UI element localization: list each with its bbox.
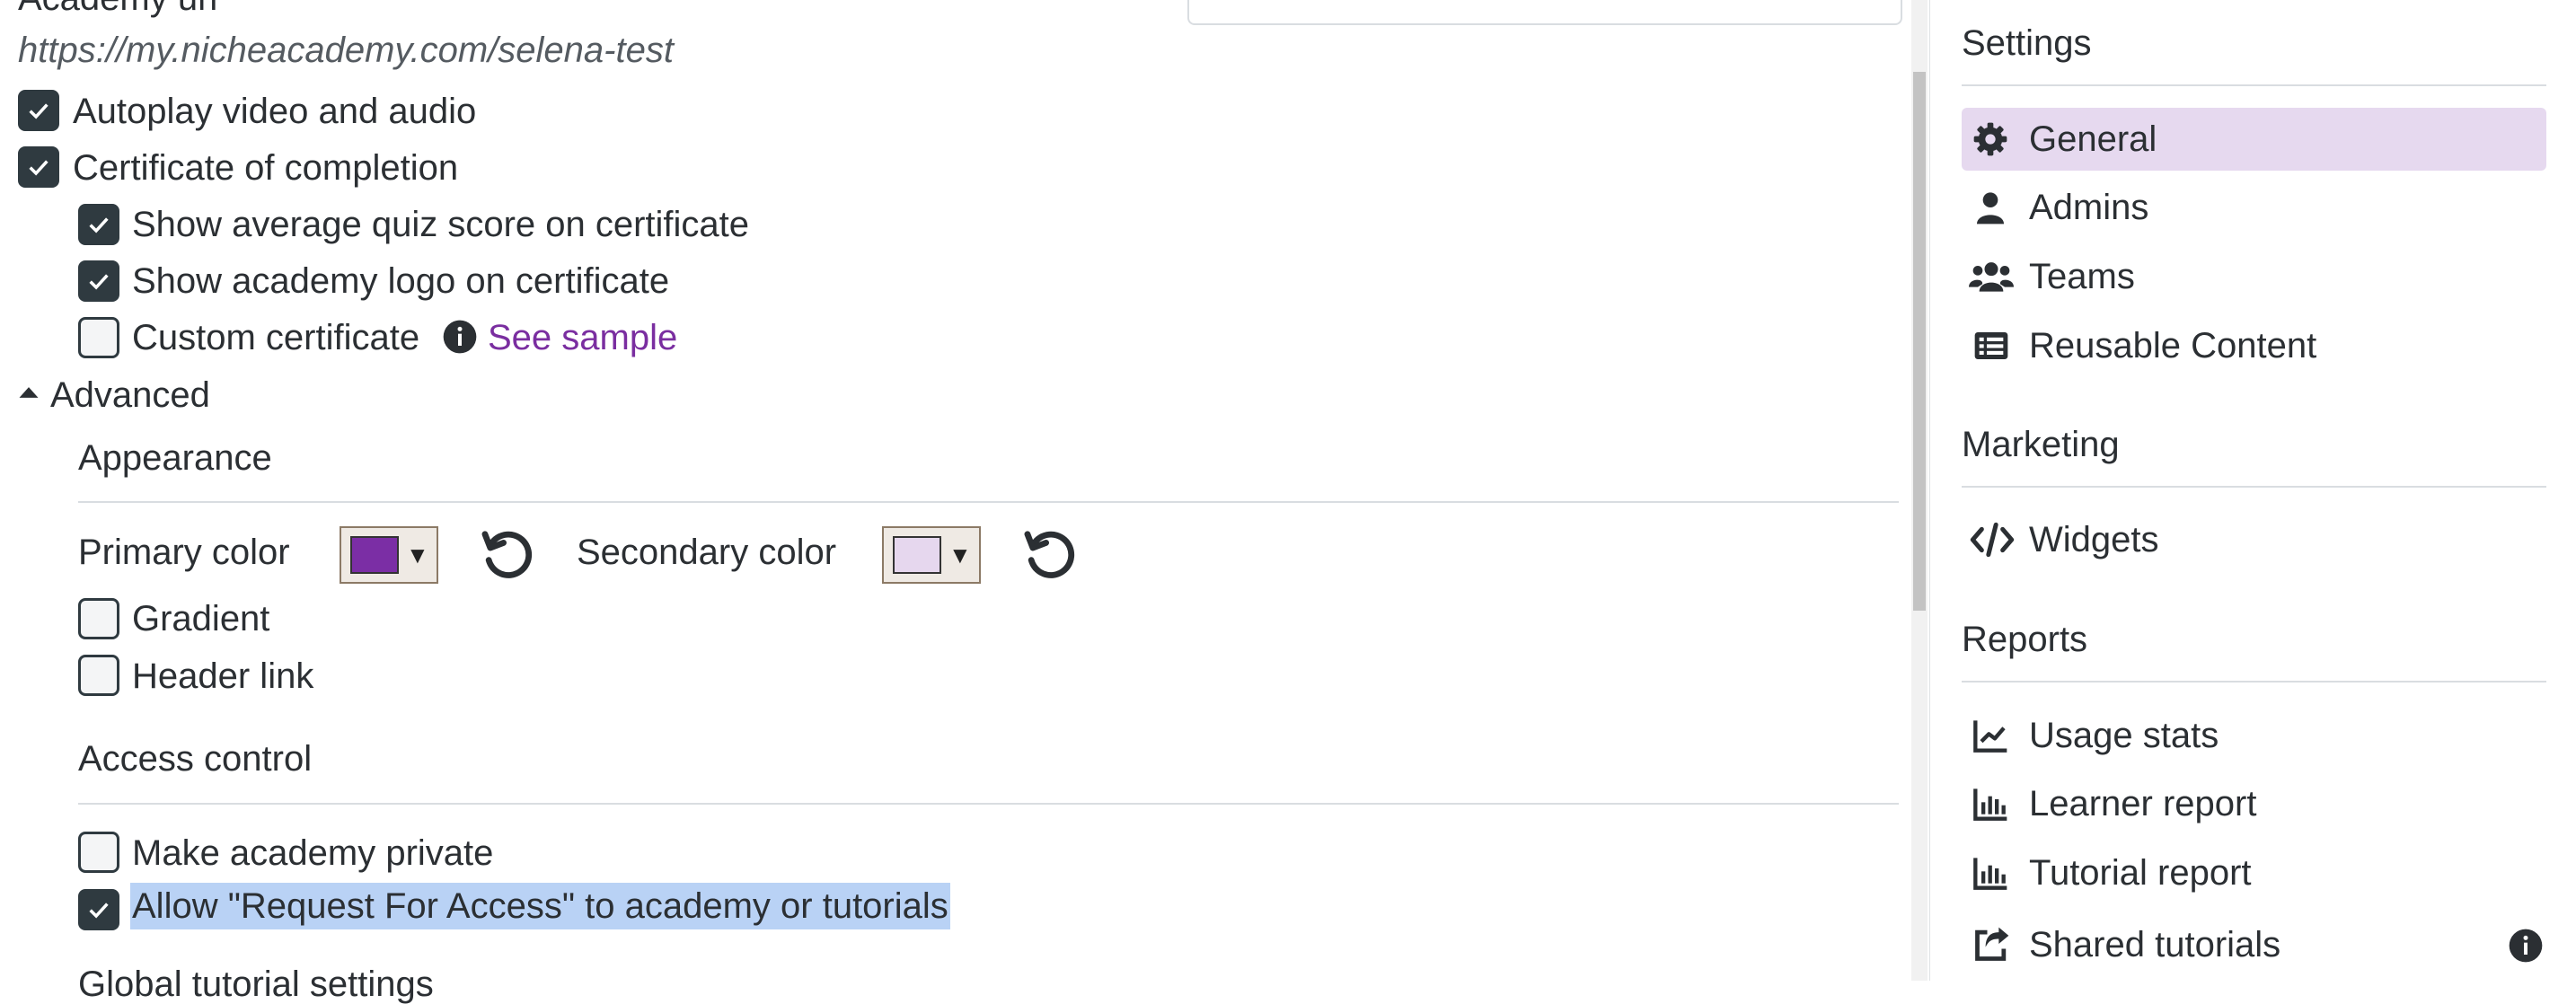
sidebar-item-admins[interactable]: Admins — [1962, 176, 2546, 239]
reset-icon[interactable] — [1019, 524, 1080, 586]
dropdown-arrow-icon: ▼ — [948, 541, 972, 568]
caret-up-icon[interactable] — [16, 380, 41, 405]
access-control-divider — [78, 803, 1899, 805]
sidebar-item-label: Teams — [2029, 257, 2135, 296]
sidebar-item-widgets[interactable]: Widgets — [1962, 508, 2546, 571]
gradient-checkbox[interactable] — [78, 598, 119, 639]
bar-chart-icon — [1973, 858, 2007, 890]
request-access-checkbox[interactable] — [78, 889, 119, 930]
reset-icon[interactable] — [476, 524, 537, 586]
secondary-color-label: Secondary color — [577, 533, 837, 572]
certificate-label[interactable]: Certificate of completion — [73, 150, 458, 186]
academy-name-input[interactable] — [1187, 0, 1902, 25]
list-icon — [1974, 332, 2008, 359]
primary-color-label: Primary color — [78, 533, 290, 572]
see-sample-link[interactable]: See sample — [488, 320, 677, 356]
line-chart-icon — [1973, 720, 2007, 753]
sidebar-item-label: Reusable Content — [2029, 326, 2317, 365]
request-access-label[interactable]: Allow "Request For Access" to academy or… — [130, 883, 950, 929]
show-quiz-score-label[interactable]: Show average quiz score on certificate — [132, 207, 749, 242]
appearance-heading: Appearance — [78, 438, 272, 478]
sidebar-item-reusable-content[interactable]: Reusable Content — [1962, 314, 2546, 377]
users-icon — [1969, 262, 2014, 292]
academy-url-value: https://my.nicheacademy.com/selena-test — [18, 31, 674, 70]
check-icon — [89, 903, 109, 919]
check-icon — [89, 274, 109, 290]
private-academy-checkbox[interactable] — [78, 832, 119, 873]
header-link-checkbox[interactable] — [78, 655, 119, 696]
sidebar-item-teams[interactable]: Teams — [1962, 245, 2546, 308]
custom-certificate-label[interactable]: Custom certificate — [132, 320, 419, 356]
private-academy-label[interactable]: Make academy private — [132, 835, 493, 871]
settings-heading: Settings — [1962, 23, 2092, 63]
sidebar-item-label: Shared tutorials — [2029, 925, 2281, 964]
settings-divider — [1962, 84, 2546, 86]
header-link-label[interactable]: Header link — [132, 658, 313, 694]
check-icon — [89, 217, 109, 233]
global-settings-heading: Global tutorial settings — [78, 964, 434, 1004]
sidebar-item-label: Usage stats — [2029, 716, 2219, 755]
sidebar-item-shared-tutorials[interactable]: Shared tutorials — [1962, 913, 2546, 976]
primary-color-swatch — [350, 536, 399, 574]
custom-certificate-checkbox[interactable] — [78, 317, 119, 358]
show-logo-label[interactable]: Show academy logo on certificate — [132, 263, 669, 299]
reports-divider — [1962, 681, 2546, 683]
sidebar-item-general[interactable]: General — [1962, 108, 2546, 171]
sidebar-item-tutorial-report[interactable]: Tutorial report — [1962, 841, 2546, 904]
marketing-heading: Marketing — [1962, 425, 2120, 464]
info-icon[interactable] — [2508, 928, 2544, 964]
gear-icon — [1973, 122, 2007, 156]
show-logo-checkbox[interactable] — [78, 260, 119, 302]
sidebar-item-label: Widgets — [2029, 520, 2159, 559]
check-icon — [29, 160, 49, 176]
sidebar-item-learner-report[interactable]: Learner report — [1962, 772, 2546, 835]
sidebar-item-label: General — [2029, 119, 2157, 159]
reports-heading: Reports — [1962, 620, 2088, 659]
sidebar-item-label: Learner report — [2029, 784, 2257, 823]
primary-color-picker[interactable]: ▼ — [340, 526, 438, 584]
autoplay-label[interactable]: Autoplay video and audio — [73, 93, 476, 129]
info-icon[interactable] — [442, 319, 478, 355]
scrollbar-thumb[interactable] — [1913, 72, 1926, 611]
show-quiz-score-checkbox[interactable] — [78, 204, 119, 245]
academy-url-label: Academy url — [18, 0, 217, 16]
code-icon — [1970, 522, 2015, 558]
request-access-text: Allow "Request For Access" to academy or… — [130, 883, 950, 929]
bar-chart-icon — [1973, 788, 2007, 821]
certificate-checkbox[interactable] — [18, 146, 59, 188]
marketing-divider — [1962, 486, 2546, 488]
appearance-divider — [78, 501, 1899, 503]
check-icon — [29, 103, 49, 119]
gradient-label[interactable]: Gradient — [132, 601, 269, 637]
sidebar-item-label: Tutorial report — [2029, 853, 2252, 893]
secondary-color-swatch — [893, 536, 941, 574]
sidebar-border — [1929, 0, 1930, 981]
advanced-toggle[interactable]: Advanced — [50, 377, 210, 413]
secondary-color-picker[interactable]: ▼ — [882, 526, 981, 584]
user-icon — [1977, 192, 2004, 225]
sidebar-item-label: Admins — [2029, 188, 2149, 227]
autoplay-checkbox[interactable] — [18, 90, 59, 131]
share-icon — [1975, 927, 2009, 961]
access-control-heading: Access control — [78, 739, 313, 779]
sidebar-item-usage-stats[interactable]: Usage stats — [1962, 704, 2546, 767]
dropdown-arrow-icon: ▼ — [406, 541, 429, 568]
